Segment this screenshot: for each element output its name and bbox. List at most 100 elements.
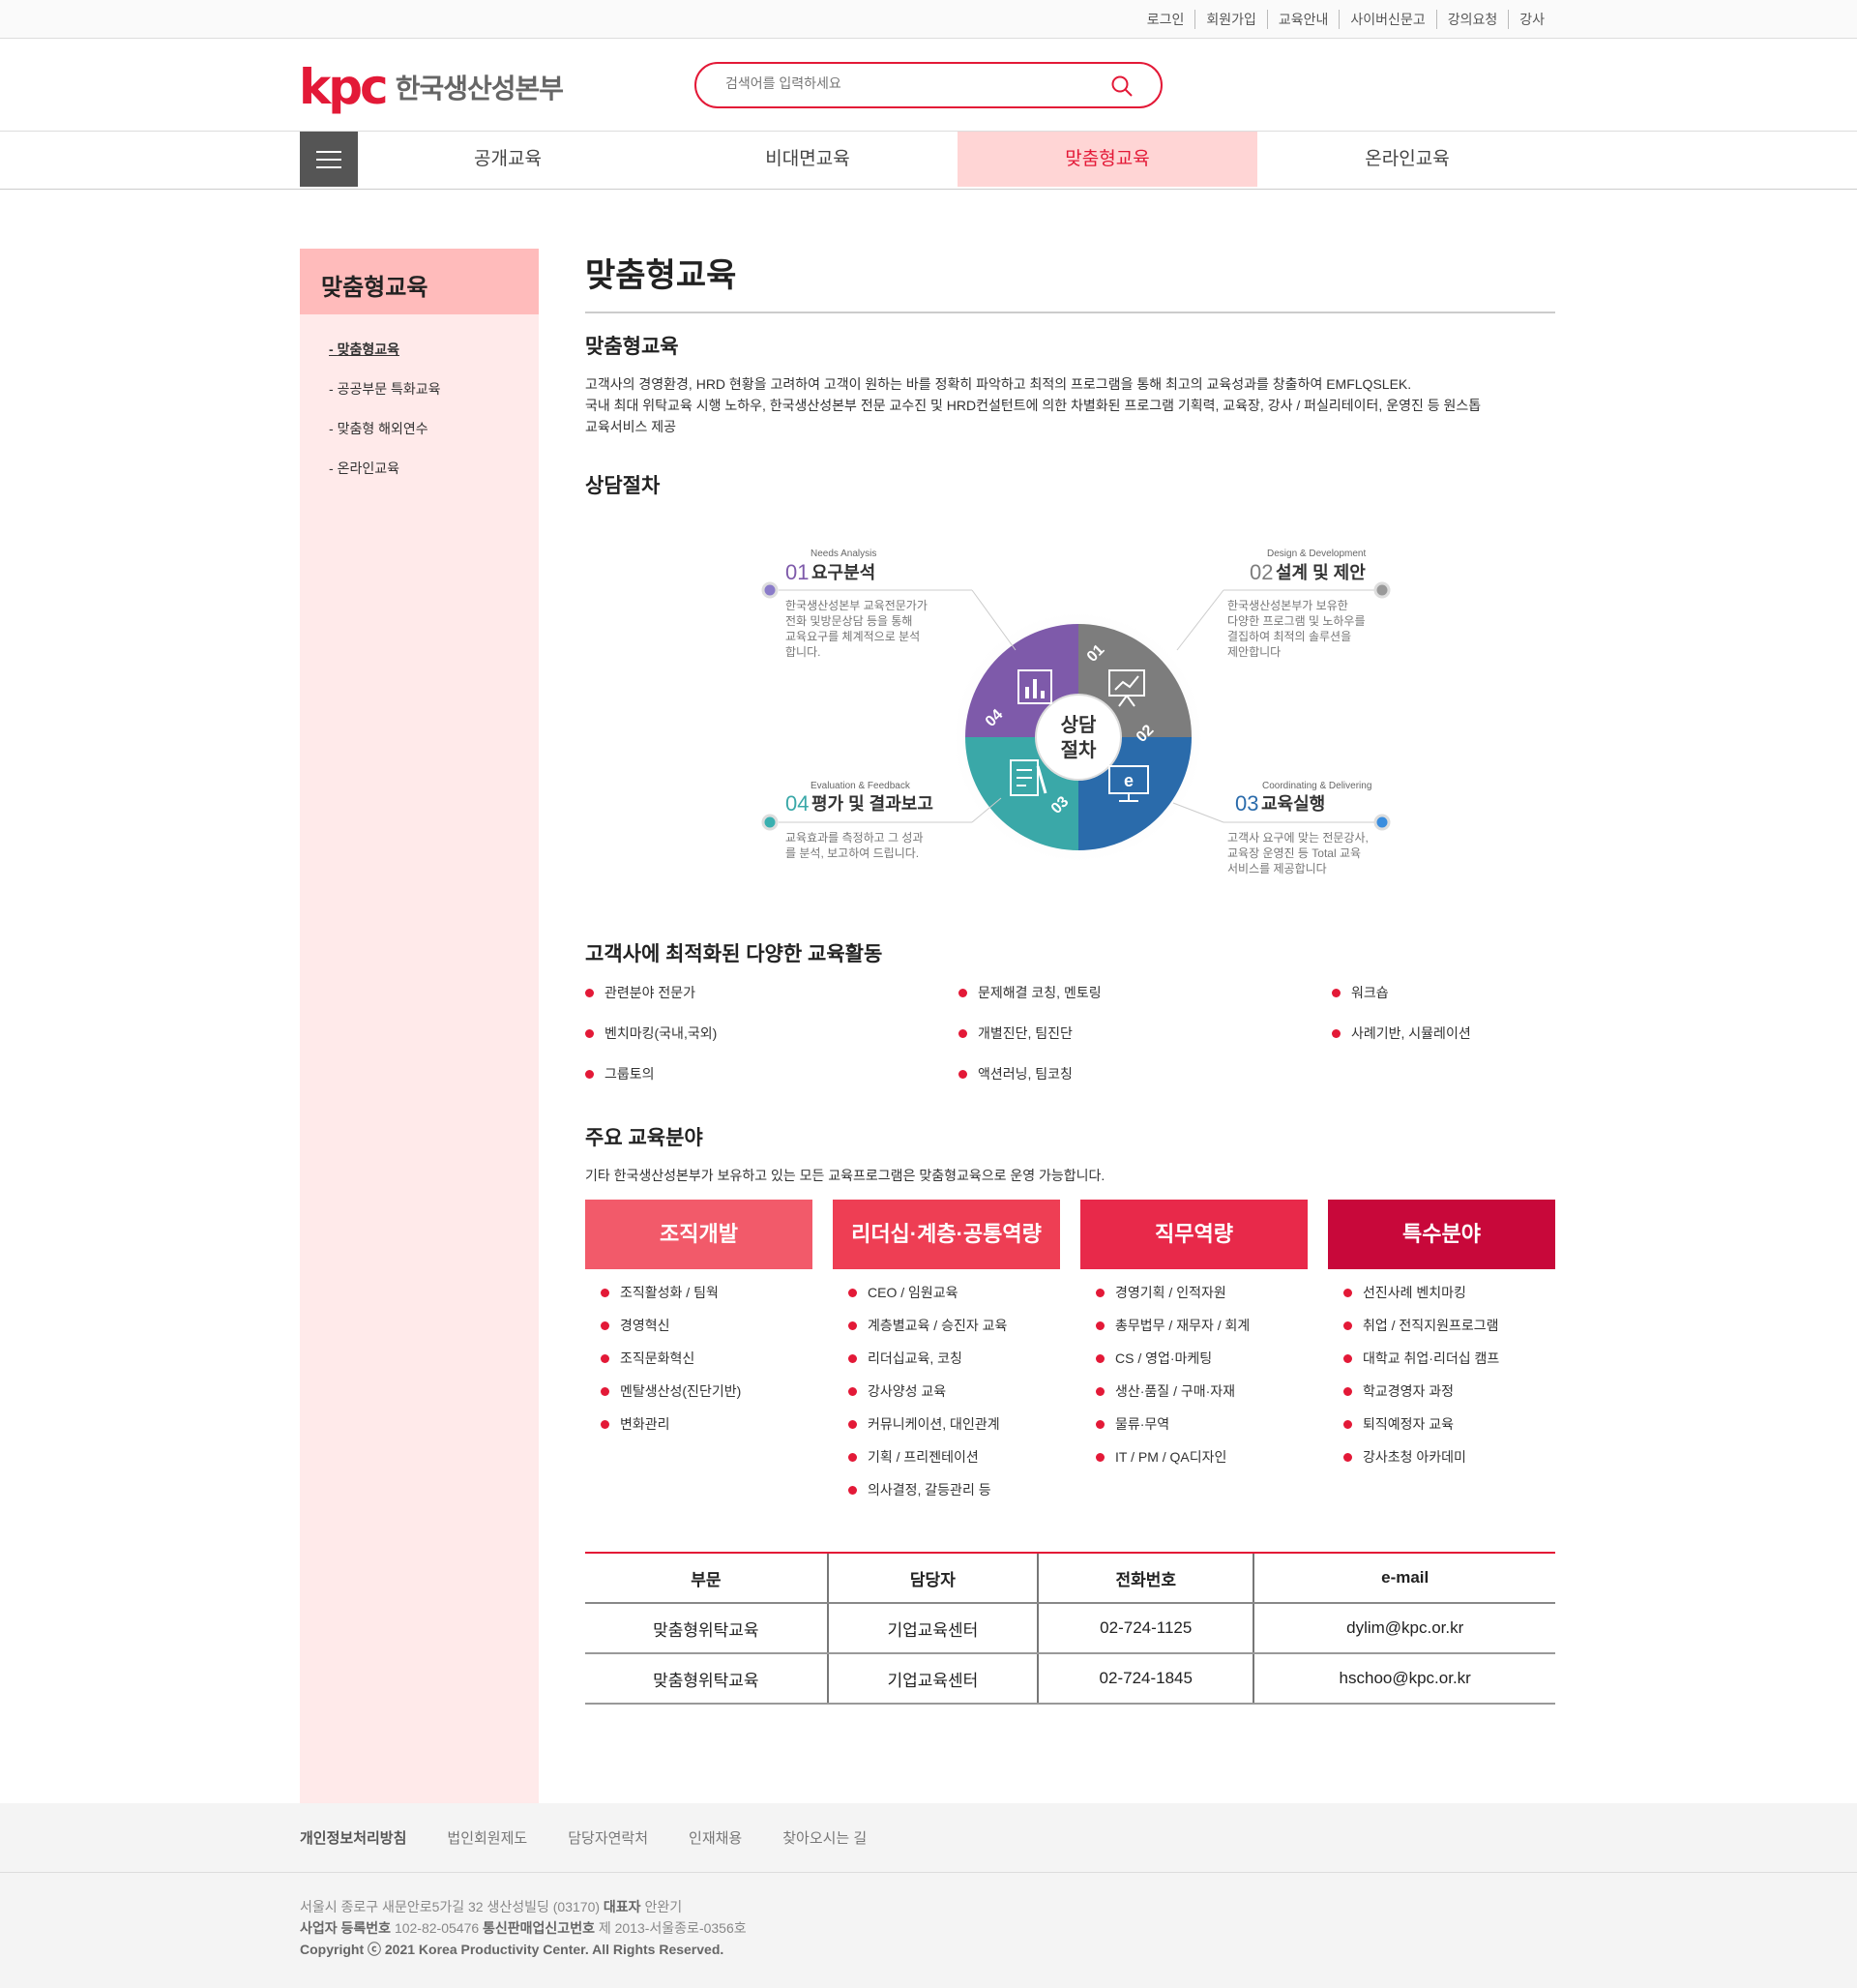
- table-header: 담당자: [826, 1552, 1039, 1604]
- field-item: 강사초청 아카데미: [1343, 1447, 1555, 1480]
- step-04-num: 04: [785, 791, 809, 816]
- top-link-signup[interactable]: 회원가입: [1194, 10, 1267, 29]
- intro-line-1: 고객사의 경영환경, HRD 현황을 고려하여 고객이 원하는 바를 정확히 파…: [585, 376, 1412, 392]
- step-03-desc-2: 교육장 운영진 등 Total 교육: [1227, 846, 1361, 860]
- table-cell: 02-724-1125: [1037, 1603, 1254, 1654]
- footer-link-contacts[interactable]: 담당자연락처: [568, 1827, 648, 1848]
- step-01-desc-2: 전화 및방문상담 등을 통해: [785, 614, 912, 628]
- activity-item: 그룹토의: [585, 1064, 958, 1083]
- fields-description: 기타 한국생산성본부가 보유하고 있는 모든 교육프로그램은 맞춤형교육으로 운…: [585, 1168, 1105, 1183]
- footer-mail-no: 제 2013-서울종로-0356호: [598, 1920, 747, 1936]
- table-cell: 맞춤형위탁교육: [585, 1653, 828, 1705]
- intro-line-3: 교육서비스 제공: [585, 419, 677, 434]
- table-cell: 기업교육센터: [826, 1603, 1039, 1654]
- consult-process-diagram: 상담 절차 01 02 03 04 e Needs Analysis 01 요구…: [585, 513, 1555, 919]
- step-03-desc-3: 서비스를 제공합니다: [1227, 862, 1327, 875]
- table-row: 맞춤형위탁교육 기업교육센터 02-724-1845 hschoo@kpc.or…: [585, 1653, 1555, 1705]
- table-cell-email[interactable]: hschoo@kpc.or.kr: [1253, 1653, 1555, 1705]
- page-title: 맞춤형교육: [585, 249, 1555, 313]
- step-03-title: 교육실행: [1261, 794, 1325, 814]
- nav-online-live-edu[interactable]: 비대면교육: [658, 132, 958, 187]
- step-03-desc-1: 고객사 요구에 맞는 전문강사,: [1227, 831, 1369, 845]
- search-input[interactable]: [725, 75, 1093, 91]
- top-link-login[interactable]: 로그인: [1136, 10, 1195, 29]
- top-links: 로그인 회원가입 교육안내 사이버신문고 강의요청 강사: [1136, 10, 1555, 29]
- top-link-cyber[interactable]: 사이버신문고: [1339, 10, 1435, 29]
- section-title-consult: 상담절차: [585, 475, 661, 497]
- field-item: 총무법무 / 재무자 / 회계: [1096, 1316, 1308, 1349]
- step-01-num: 01: [785, 560, 809, 584]
- field-item: 의사결정, 갈등관리 등: [848, 1480, 1060, 1513]
- sidebar: 맞춤형교육 - 맞춤형교육 - 공공부문 특화교육 - 맞춤형 해외연수 - 온…: [300, 249, 539, 1803]
- step-02-en: Design & Development: [1267, 549, 1366, 559]
- footer-nav: 개인정보처리방침 법인회원제도 담당자연락처 인재채용 찾아오시는 길: [0, 1803, 1857, 1873]
- logo[interactable]: kpc 한국생산성본부: [299, 59, 564, 115]
- activity-item: 문제해결 코칭, 멘토링: [958, 983, 1332, 1002]
- footer-link-careers[interactable]: 인재채용: [689, 1827, 742, 1848]
- step-04-desc-1: 교육효과를 측정하고 그 성과: [785, 831, 923, 845]
- activity-item: 사례기반, 시뮬레이션: [1332, 1024, 1555, 1043]
- main-nav: 공개교육 비대면교육 맞춤형교육 온라인교육: [0, 132, 1857, 190]
- footer-address: 서울시 종로구 새문안로5가길 32 생산성빌딩 (03170): [300, 1899, 601, 1914]
- search-icon[interactable]: [1110, 74, 1134, 98]
- step-04-desc-2: 를 분석, 보고하여 드립니다.: [785, 846, 919, 860]
- field-org-dev: 조직개발 조직활성화 / 팀웍 경영혁신 조직문화혁신 멘탈생산성(진단기반) …: [585, 1200, 812, 1513]
- top-utility-bar: 로그인 회원가입 교육안내 사이버신문고 강의요청 강사: [0, 0, 1857, 39]
- nav-public-edu[interactable]: 공개교육: [358, 132, 658, 187]
- search-box: [694, 62, 1163, 108]
- footer: 개인정보처리방침 법인회원제도 담당자연락처 인재채용 찾아오시는 길 서울시 …: [0, 1803, 1857, 1988]
- step-03-num: 03: [1235, 791, 1258, 816]
- step-04-dot: [761, 814, 779, 831]
- table-cell: 맞춤형위탁교육: [585, 1603, 828, 1654]
- footer-biz-label: 사업자 등록번호: [300, 1920, 392, 1936]
- field-item: 선진사례 벤치마킹: [1343, 1283, 1555, 1316]
- table-cell: 기업교육센터: [826, 1653, 1039, 1705]
- step-02-title: 설계 및 제안: [1276, 563, 1366, 582]
- sidebar-item-public-sector[interactable]: - 공공부문 특화교육: [329, 377, 539, 417]
- step-04-title: 평가 및 결과보고: [811, 794, 933, 814]
- logo-mark: kpc: [299, 59, 389, 115]
- field-item: 기획 / 프리젠테이션: [848, 1447, 1060, 1480]
- footer-ceo-label: 대표자: [603, 1899, 641, 1914]
- field-item: 물류·무역: [1096, 1414, 1308, 1447]
- step-02-desc-2: 다양한 프로그램 및 노하우를: [1227, 614, 1365, 628]
- field-item: 조직활성화 / 팀웍: [601, 1283, 812, 1316]
- step-02-desc-1: 한국생산성본부가 보유한: [1227, 599, 1348, 612]
- field-item: CS / 영업·마케팅: [1096, 1349, 1308, 1381]
- activities-list: 관련분야 전문가 문제해결 코칭, 멘토링 워크숍 벤치마킹(국내,국외) 개별…: [585, 983, 1555, 1083]
- footer-link-directions[interactable]: 찾아오시는 길: [782, 1827, 867, 1848]
- intro-line-2: 국내 최대 위탁교육 시행 노하우, 한국생산성본부 전문 교수진 및 HRD컨…: [585, 398, 1482, 413]
- nav-online-edu[interactable]: 온라인교육: [1257, 132, 1557, 187]
- top-link-lecture-request[interactable]: 강의요청: [1435, 10, 1509, 29]
- step-03-dot: [1373, 814, 1391, 831]
- footer-info: 서울시 종로구 새문안로5가길 32 생산성빌딩 (03170) 대표자 안완기…: [0, 1873, 1857, 1960]
- footer-link-privacy[interactable]: 개인정보처리방침: [300, 1827, 406, 1848]
- field-item: 변화관리: [601, 1414, 812, 1447]
- diagram-center-line1: 상담: [1061, 714, 1097, 736]
- field-item: 퇴직예정자 교육: [1343, 1414, 1555, 1447]
- svg-text:e: e: [1124, 771, 1134, 790]
- hamburger-menu-icon[interactable]: [300, 132, 358, 187]
- table-header: 전화번호: [1037, 1552, 1254, 1604]
- step-01-en: Needs Analysis: [811, 549, 876, 559]
- top-link-instructor[interactable]: 강사: [1508, 10, 1555, 29]
- logo-text: 한국생산성본부: [395, 74, 564, 104]
- table-header: 부문: [585, 1552, 828, 1604]
- step-02-dot: [1373, 581, 1391, 599]
- header: kpc 한국생산성본부: [0, 39, 1857, 132]
- nav-custom-edu[interactable]: 맞춤형교육: [958, 132, 1257, 187]
- table-cell: 02-724-1845: [1037, 1653, 1254, 1705]
- footer-link-corporate[interactable]: 법인회원제도: [447, 1827, 527, 1848]
- section-title-fields: 주요 교육분야: [585, 1127, 703, 1149]
- sidebar-item-overseas[interactable]: - 맞춤형 해외연수: [329, 417, 539, 457]
- sidebar-item-label: 온라인교육: [337, 460, 399, 476]
- field-item: IT / PM / QA디자인: [1096, 1447, 1308, 1480]
- field-item: 강사양성 교육: [848, 1381, 1060, 1414]
- top-link-edu-guide[interactable]: 교육안내: [1266, 10, 1340, 29]
- table-cell-email[interactable]: dylim@kpc.or.kr: [1253, 1603, 1555, 1654]
- sidebar-item-custom-edu[interactable]: - 맞춤형교육: [329, 338, 539, 377]
- edu-fields: 조직개발 조직활성화 / 팀웍 경영혁신 조직문화혁신 멘탈생산성(진단기반) …: [585, 1200, 1555, 1513]
- main-content: 맞춤형교육 맞춤형교육 고객사의 경영환경, HRD 현황을 고려하여 고객이 …: [585, 249, 1555, 1705]
- sidebar-item-online[interactable]: - 온라인교육: [329, 457, 539, 496]
- table-header-row: 부문 담당자 전화번호 e-mail: [585, 1552, 1555, 1604]
